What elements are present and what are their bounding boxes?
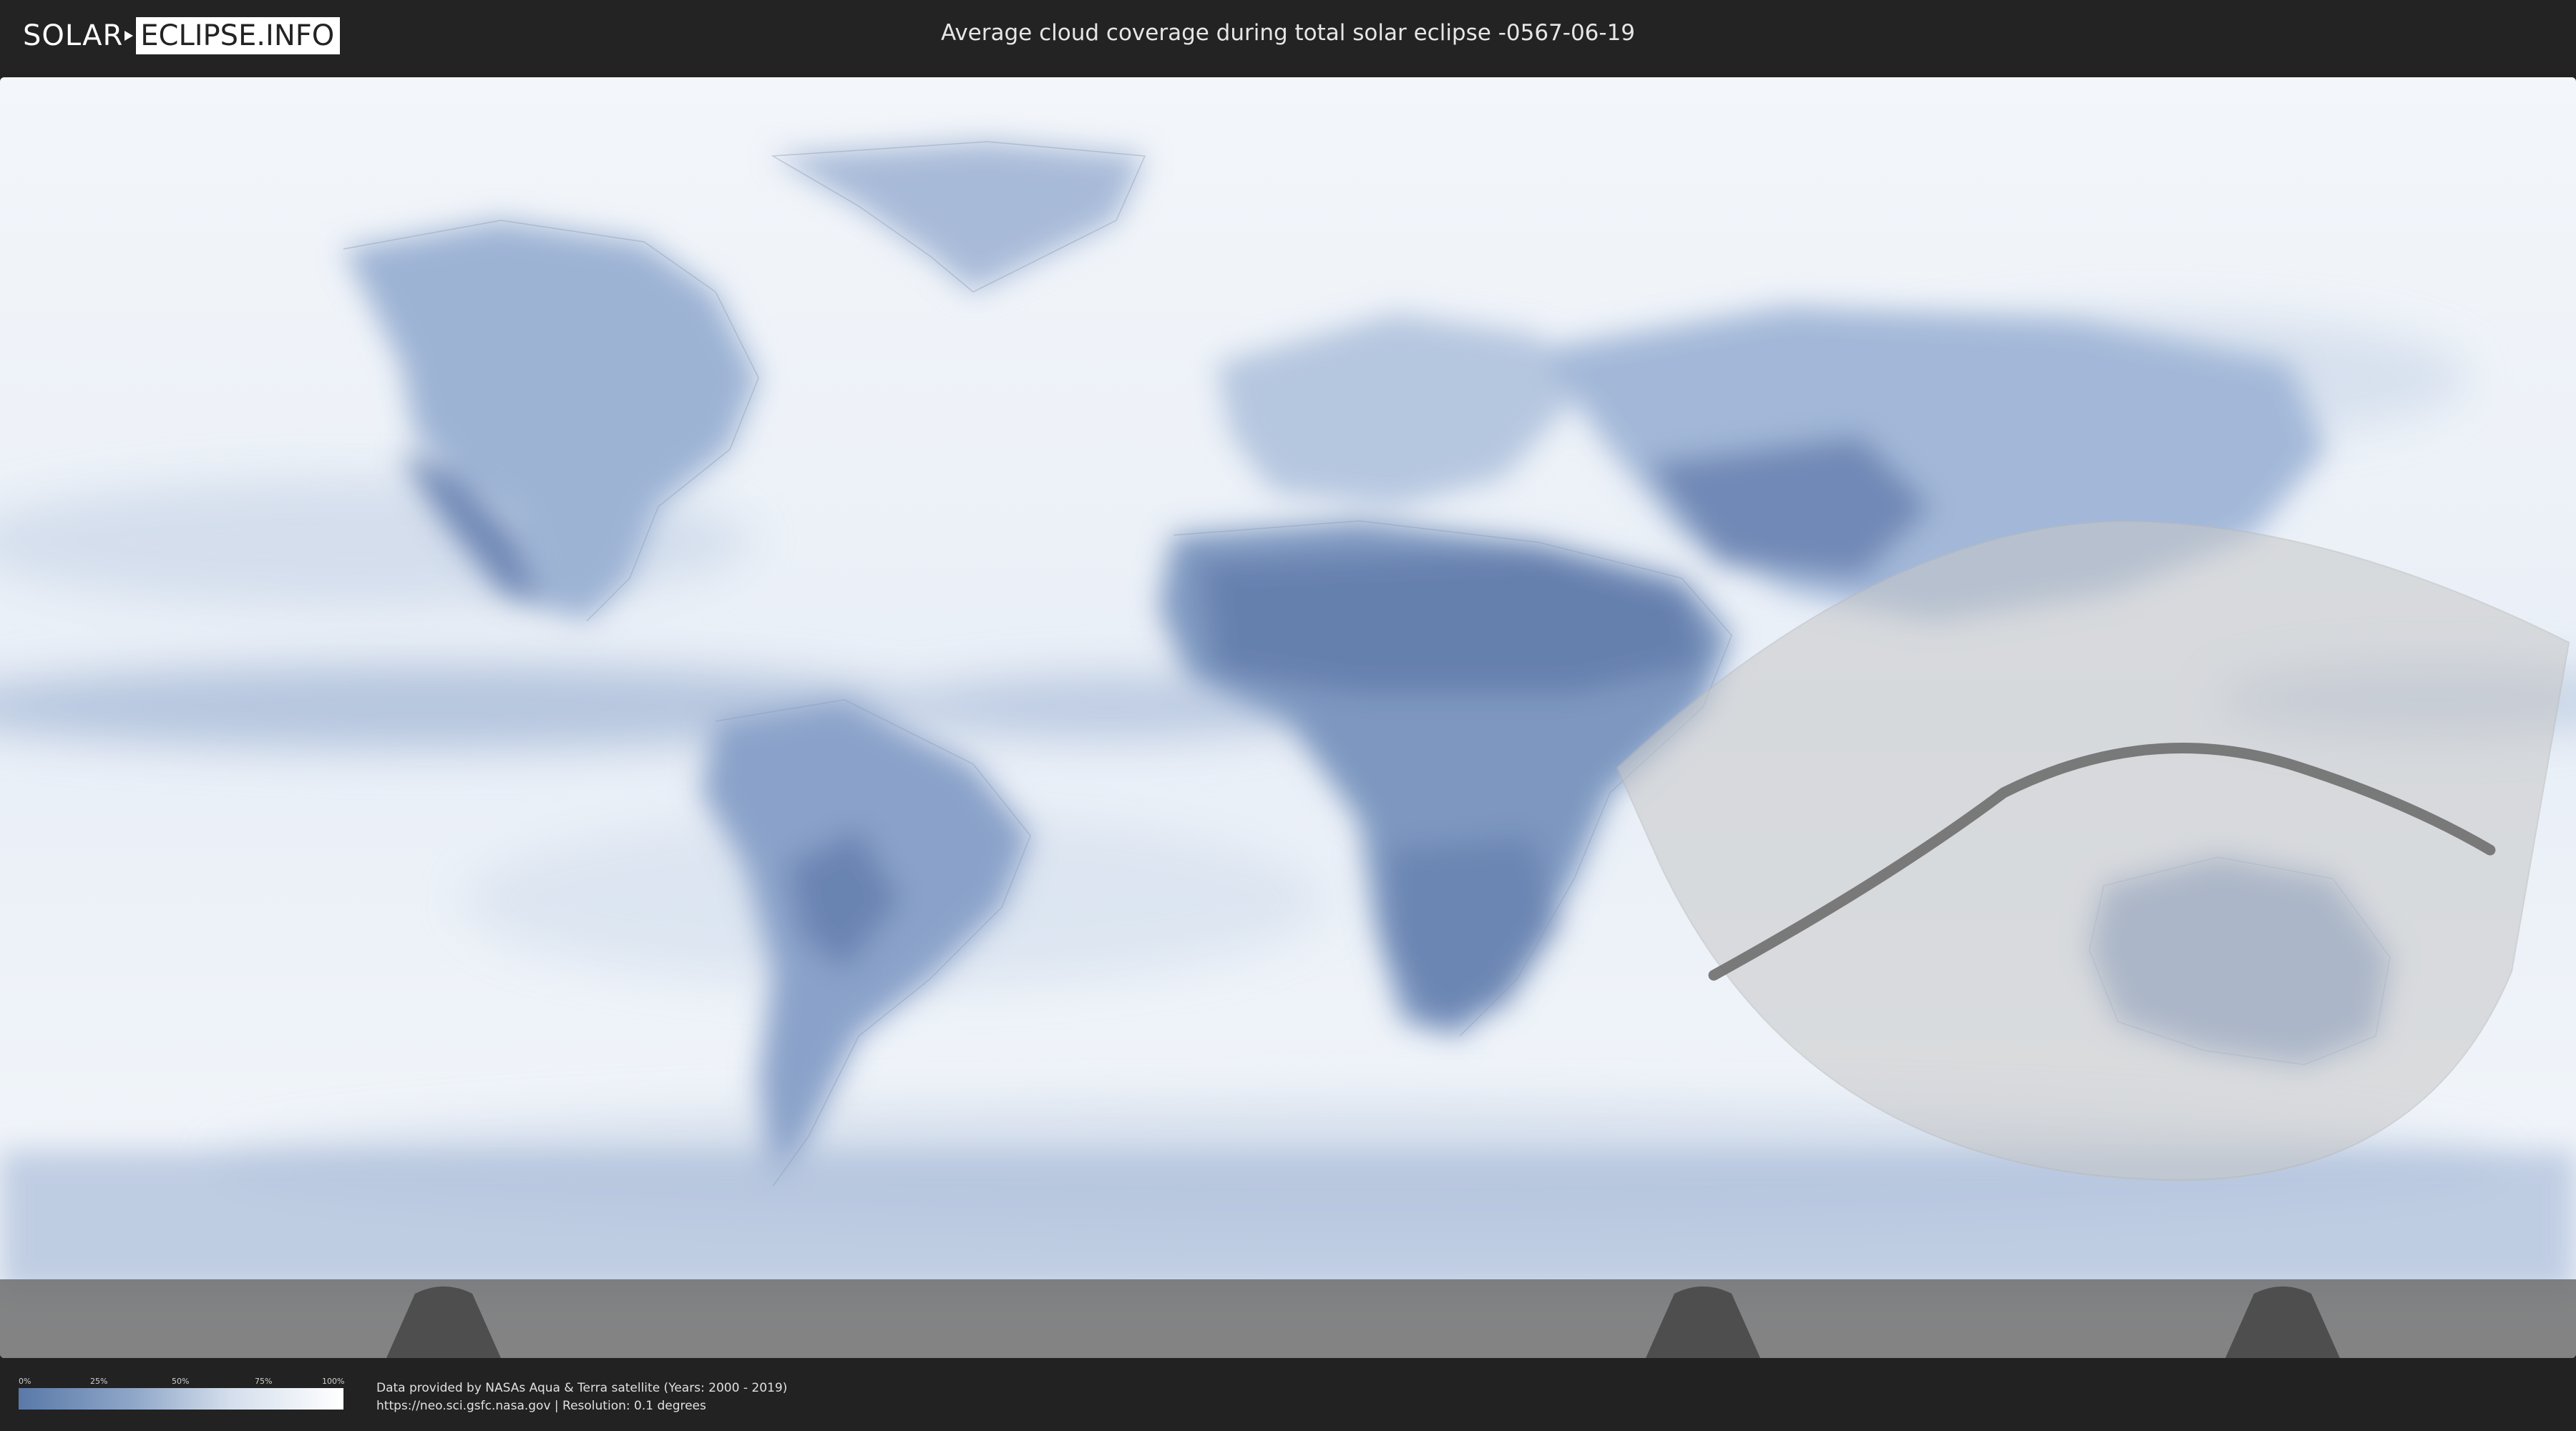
legend-tick-25: 25% [90, 1377, 108, 1386]
legend-gradient-bar [19, 1388, 343, 1410]
legend-tick-75: 75% [255, 1377, 273, 1386]
data-source-text: Data provided by NASAs Aqua & Terra sate… [376, 1379, 787, 1415]
cloud-coverage-map[interactable] [0, 77, 2576, 1358]
world-map-svg [0, 77, 2576, 1358]
polar-strip [0, 1279, 2576, 1358]
cloud-coverage-legend: 0% 25% 50% 75% 100% [19, 1377, 345, 1410]
legend-tick-100: 100% [322, 1377, 345, 1386]
page-title: Average cloud coverage during total sola… [940, 20, 1636, 46]
header-bar: SOLAR ECLIPSE.INFO Average cloud coverag… [0, 0, 2576, 72]
legend-tick-50: 50% [172, 1377, 190, 1386]
legend-ticks: 0% 25% 50% 75% 100% [19, 1377, 345, 1387]
source-line-1: Data provided by NASAs Aqua & Terra sate… [376, 1381, 788, 1395]
source-line-2[interactable]: https://neo.sci.gsfc.nasa.gov | Resoluti… [376, 1397, 787, 1415]
legend-tick-0: 0% [19, 1377, 31, 1386]
